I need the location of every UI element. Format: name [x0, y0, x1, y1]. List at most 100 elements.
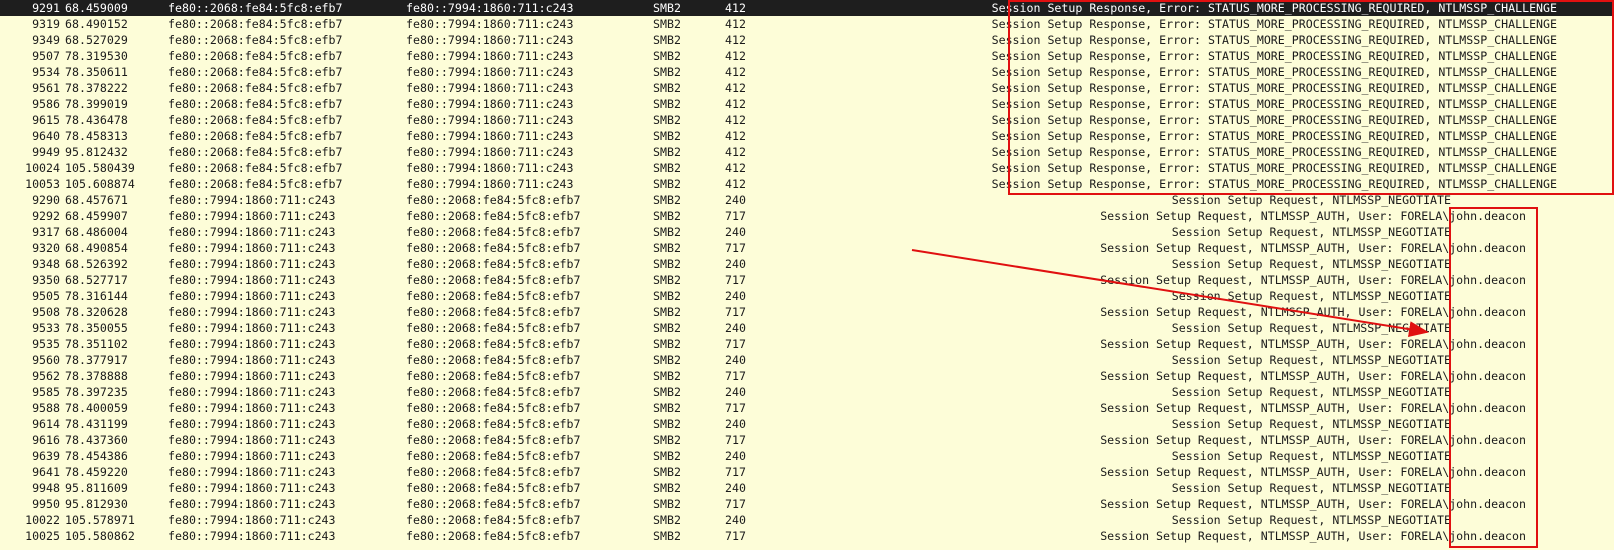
table-row[interactable]: 9534 78.350611 fe80::2068:fe84:5fc8:efb7 fe…	[0, 64, 1614, 80]
packet-number-cell: 9949	[32, 145, 60, 159]
packet-source-cell: fe80::2068:fe84:5fc8:efb7	[168, 97, 343, 111]
packet-time-cell: 78.377917	[65, 353, 128, 367]
packet-time-cell: 68.526392	[65, 257, 128, 271]
packet-number-cell: 9639	[32, 449, 60, 463]
packet-source-cell: fe80::2068:fe84:5fc8:efb7	[168, 33, 343, 47]
table-row[interactable]: 9292 68.459907 fe80::7994:1860:711:c243 fe8…	[0, 208, 1614, 224]
packet-info-cell: Session Setup Request, NTLMSSP_AUTH, Use…	[1100, 241, 1526, 255]
table-row[interactable]: 9507 78.319530 fe80::2068:fe84:5fc8:efb7 fe…	[0, 48, 1614, 64]
packet-info-cell: Session Setup Request, NTLMSSP_NEGOTIATE	[1171, 353, 1451, 367]
table-row[interactable]: 10024 105.580439 fe80::2068:fe84:5fc8:efb7…	[0, 160, 1614, 176]
table-row[interactable]: 9290 68.457671 fe80::7994:1860:711:c243 fe8…	[0, 192, 1614, 208]
packet-list[interactable]: 9291 68.459009 fe80::2068:fe84:5fc8:efb7 fe…	[0, 0, 1614, 550]
table-row[interactable]: 9561 78.378222 fe80::2068:fe84:5fc8:efb7 fe…	[0, 80, 1614, 96]
packet-destination-cell: fe80::2068:fe84:5fc8:efb7	[406, 465, 581, 479]
packet-time-cell: 78.378222	[65, 81, 128, 95]
packet-time-cell: 68.459009	[65, 1, 128, 15]
packet-info-cell: Session Setup Response, Error: STATUS_MO…	[991, 1, 1557, 15]
table-row[interactable]: 9505 78.316144 fe80::7994:1860:711:c243 fe8…	[0, 288, 1614, 304]
packet-time-cell: 105.580439	[65, 161, 135, 175]
packet-destination-cell: fe80::2068:fe84:5fc8:efb7	[406, 209, 581, 223]
packet-info-cell: Session Setup Request, NTLMSSP_AUTH, Use…	[1100, 337, 1526, 351]
packet-source-cell: fe80::7994:1860:711:c243	[168, 433, 336, 447]
table-row[interactable]: 10053 105.608874 fe80::2068:fe84:5fc8:efb7…	[0, 176, 1614, 192]
packet-source-cell: fe80::7994:1860:711:c243	[168, 337, 336, 351]
packet-info-cell: Session Setup Request, NTLMSSP_AUTH, Use…	[1100, 369, 1526, 383]
packet-info-cell: Session Setup Request, NTLMSSP_AUTH, Use…	[1100, 433, 1526, 447]
packet-source-cell: fe80::7994:1860:711:c243	[168, 465, 336, 479]
packet-time-cell: 78.316144	[65, 289, 128, 303]
packet-number-cell: 9350	[32, 273, 60, 287]
packet-number-cell: 9948	[32, 481, 60, 495]
packet-source-cell: fe80::2068:fe84:5fc8:efb7	[168, 17, 343, 31]
packet-number-cell: 9291	[32, 1, 60, 15]
packet-time-cell: 78.431199	[65, 417, 128, 431]
table-row[interactable]: 9560 78.377917 fe80::7994:1860:711:c243 fe8…	[0, 352, 1614, 368]
packet-destination-cell: fe80::2068:fe84:5fc8:efb7	[406, 241, 581, 255]
packet-time-cell: 105.578971	[65, 513, 135, 527]
packet-destination-cell: fe80::2068:fe84:5fc8:efb7	[406, 401, 581, 415]
packet-destination-cell: fe80::2068:fe84:5fc8:efb7	[406, 305, 581, 319]
table-row[interactable]: 9320 68.490854 fe80::7994:1860:711:c243 fe8…	[0, 240, 1614, 256]
packet-info-cell: Session Setup Request, NTLMSSP_NEGOTIATE	[1171, 385, 1451, 399]
packet-source-cell: fe80::7994:1860:711:c243	[168, 529, 336, 543]
packet-time-cell: 78.399019	[65, 97, 128, 111]
packet-info-cell: Session Setup Response, Error: STATUS_MO…	[991, 81, 1557, 95]
table-row[interactable]: 9950 95.812930 fe80::7994:1860:711:c243 fe8…	[0, 496, 1614, 512]
packet-time-cell: 78.437360	[65, 433, 128, 447]
table-row[interactable]: 9533 78.350055 fe80::7994:1860:711:c243 fe8…	[0, 320, 1614, 336]
packet-info-cell: Session Setup Response, Error: STATUS_MO…	[991, 65, 1557, 79]
table-row[interactable]: 9640 78.458313 fe80::2068:fe84:5fc8:efb7 fe…	[0, 128, 1614, 144]
packet-time-cell: 78.351102	[65, 337, 128, 351]
packet-number-cell: 9586	[32, 97, 60, 111]
packet-source-cell: fe80::7994:1860:711:c243	[168, 449, 336, 463]
table-row[interactable]: 9348 68.526392 fe80::7994:1860:711:c243 fe8…	[0, 256, 1614, 272]
packet-source-cell: fe80::7994:1860:711:c243	[168, 241, 336, 255]
table-row[interactable]: 9615 78.436478 fe80::2068:fe84:5fc8:efb7 fe…	[0, 112, 1614, 128]
packet-destination-cell: fe80::7994:1860:711:c243	[406, 1, 574, 15]
packet-source-cell: fe80::7994:1860:711:c243	[168, 513, 336, 527]
table-row[interactable]: 9317 68.486004 fe80::7994:1860:711:c243 fe8…	[0, 224, 1614, 240]
table-row[interactable]: 9319 68.490152 fe80::2068:fe84:5fc8:efb7 fe…	[0, 16, 1614, 32]
packet-number-cell: 9317	[32, 225, 60, 239]
table-row[interactable]: 9616 78.437360 fe80::7994:1860:711:c243 fe8…	[0, 432, 1614, 448]
packet-number-cell: 9290	[32, 193, 60, 207]
packet-info-cell: Session Setup Request, NTLMSSP_AUTH, Use…	[1100, 209, 1526, 223]
packet-info-cell: Session Setup Request, NTLMSSP_AUTH, Use…	[1100, 465, 1526, 479]
packet-info-cell: Session Setup Request, NTLMSSP_AUTH, Use…	[1100, 401, 1526, 415]
table-row[interactable]: 9948 95.811609 fe80::7994:1860:711:c243 fe8…	[0, 480, 1614, 496]
packet-destination-cell: fe80::7994:1860:711:c243	[406, 17, 574, 31]
packet-info-cell: Session Setup Response, Error: STATUS_MO…	[991, 177, 1557, 191]
packet-number-cell: 9292	[32, 209, 60, 223]
table-row[interactable]: 9641 78.459220 fe80::7994:1860:711:c243 fe8…	[0, 464, 1614, 480]
table-row[interactable]: 9586 78.399019 fe80::2068:fe84:5fc8:efb7 fe…	[0, 96, 1614, 112]
packet-number-cell: 9641	[32, 465, 60, 479]
packet-number-cell: 9508	[32, 305, 60, 319]
table-row[interactable]: 9349 68.527029 fe80::2068:fe84:5fc8:efb7 fe…	[0, 32, 1614, 48]
table-row[interactable]: 9949 95.812432 fe80::2068:fe84:5fc8:efb7 fe…	[0, 144, 1614, 160]
packet-info-cell: Session Setup Response, Error: STATUS_MO…	[991, 33, 1557, 47]
table-row[interactable]: 9639 78.454386 fe80::7994:1860:711:c243 fe8…	[0, 448, 1614, 464]
packet-info-cell: Session Setup Request, NTLMSSP_NEGOTIATE	[1171, 449, 1451, 463]
table-row[interactable]: 9350 68.527717 fe80::7994:1860:711:c243 fe8…	[0, 272, 1614, 288]
packet-number-cell: 9320	[32, 241, 60, 255]
packet-info-cell: Session Setup Response, Error: STATUS_MO…	[991, 161, 1557, 175]
packet-destination-cell: fe80::7994:1860:711:c243	[406, 33, 574, 47]
table-row[interactable]: 9535 78.351102 fe80::7994:1860:711:c243 fe8…	[0, 336, 1614, 352]
packet-time-cell: 78.436478	[65, 113, 128, 127]
table-row[interactable]: 9588 78.400059 fe80::7994:1860:711:c243 fe8…	[0, 400, 1614, 416]
packet-info-cell: Session Setup Response, Error: STATUS_MO…	[991, 17, 1557, 31]
packet-destination-cell: fe80::2068:fe84:5fc8:efb7	[406, 369, 581, 383]
table-row[interactable]: 9585 78.397235 fe80::7994:1860:711:c243 fe8…	[0, 384, 1614, 400]
table-row[interactable]: 9614 78.431199 fe80::7994:1860:711:c243 fe8…	[0, 416, 1614, 432]
packet-source-cell: fe80::7994:1860:711:c243	[168, 321, 336, 335]
table-row[interactable]: 9508 78.320628 fe80::7994:1860:711:c243 fe8…	[0, 304, 1614, 320]
table-row[interactable]: 10025 105.580862 fe80::7994:1860:711:c243 f…	[0, 528, 1614, 544]
table-row[interactable]: 10022 105.578971 fe80::7994:1860:711:c243 f…	[0, 512, 1614, 528]
packet-time-cell: 78.397235	[65, 385, 128, 399]
packet-destination-cell: fe80::7994:1860:711:c243	[406, 145, 574, 159]
packet-destination-cell: fe80::2068:fe84:5fc8:efb7	[406, 433, 581, 447]
packet-time-cell: 95.812432	[65, 145, 128, 159]
table-row[interactable]: 9291 68.459009 fe80::2068:fe84:5fc8:efb7 fe…	[0, 0, 1614, 16]
table-row[interactable]: 9562 78.378888 fe80::7994:1860:711:c243 fe8…	[0, 368, 1614, 384]
